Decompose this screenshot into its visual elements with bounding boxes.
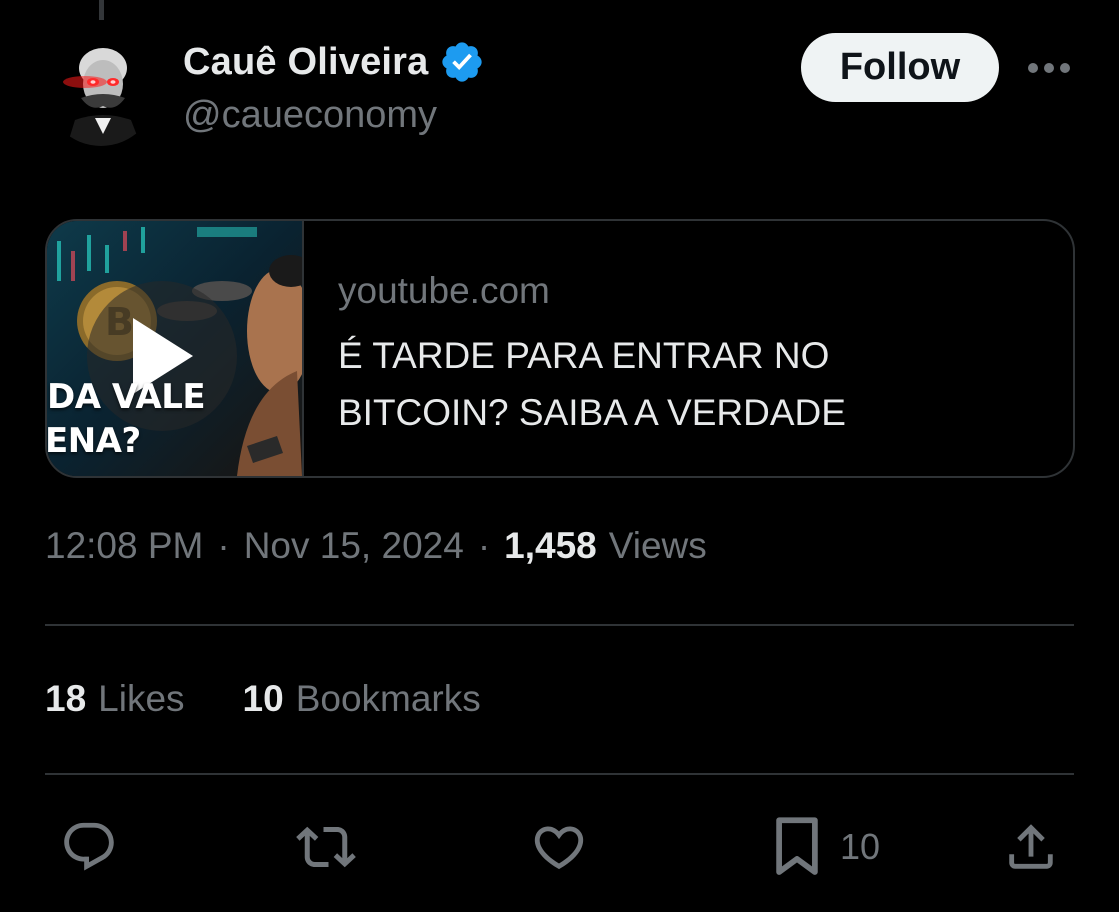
bookmarks-count: 10 <box>242 678 284 719</box>
reply-icon <box>64 822 114 871</box>
retweet-icon <box>296 826 356 868</box>
bookmark-count: 10 <box>840 826 881 867</box>
likes-count: 18 <box>45 678 87 719</box>
like-icon <box>534 826 584 870</box>
bookmarks-label: Bookmarks <box>295 678 481 719</box>
card-domain: youtube.com <box>338 270 550 311</box>
like-button[interactable] <box>530 812 588 882</box>
more-options-button[interactable] <box>1024 50 1074 86</box>
bookmarks-stat[interactable]: 10 Bookmarks <box>243 678 481 720</box>
tweet-time[interactable]: 12:08 PM <box>45 525 203 567</box>
meta-separator: · <box>217 525 230 566</box>
thread-connector-line <box>99 0 104 20</box>
retweet-button[interactable] <box>296 812 356 882</box>
divider <box>45 773 1074 775</box>
bookmark-button[interactable]: 10 <box>772 812 880 882</box>
video-thumbnail[interactable]: B DA VALE ENA? <box>47 221 304 476</box>
thumbnail-caption-line1: DA VALE <box>47 377 206 417</box>
avatar[interactable] <box>45 34 157 146</box>
author-handle[interactable]: @caueconomy <box>183 94 437 137</box>
action-bar: 10 <box>0 812 1119 882</box>
tweet-date[interactable]: Nov 15, 2024 <box>244 525 464 567</box>
author-display-name[interactable]: Cauê Oliveira <box>183 41 429 84</box>
share-button[interactable] <box>1002 812 1060 882</box>
likes-stat[interactable]: 18 Likes <box>45 678 185 720</box>
card-title: É TARDE PARA ENTRAR NO BITCOIN? SAIBA A … <box>338 335 846 433</box>
more-dots-icon <box>1028 63 1070 73</box>
views-count: 1,458 <box>504 525 597 566</box>
views-label: Views <box>608 525 707 566</box>
verified-badge-icon <box>439 39 485 85</box>
reply-button[interactable] <box>60 812 118 882</box>
meta-separator: · <box>477 525 491 566</box>
card-body: youtube.com É TARDE PARA ENTRAR NO BITCO… <box>304 221 1073 476</box>
share-icon <box>1009 824 1053 869</box>
follow-button[interactable]: Follow <box>801 33 999 102</box>
divider <box>45 624 1074 626</box>
thumbnail-caption-line2: ENA? <box>47 421 141 461</box>
author-name-row: Cauê Oliveira <box>183 38 485 86</box>
engagement-stats: 18 Likes 10 Bookmarks <box>45 678 481 720</box>
bookmark-icon <box>776 817 818 875</box>
likes-label: Likes <box>98 678 185 719</box>
link-preview-card[interactable]: B DA VALE ENA? youtube.com É TARDE PARA … <box>45 219 1075 478</box>
tweet-meta: 12:08 PM · Nov 15, 2024 · 1,458 Views <box>45 525 707 567</box>
